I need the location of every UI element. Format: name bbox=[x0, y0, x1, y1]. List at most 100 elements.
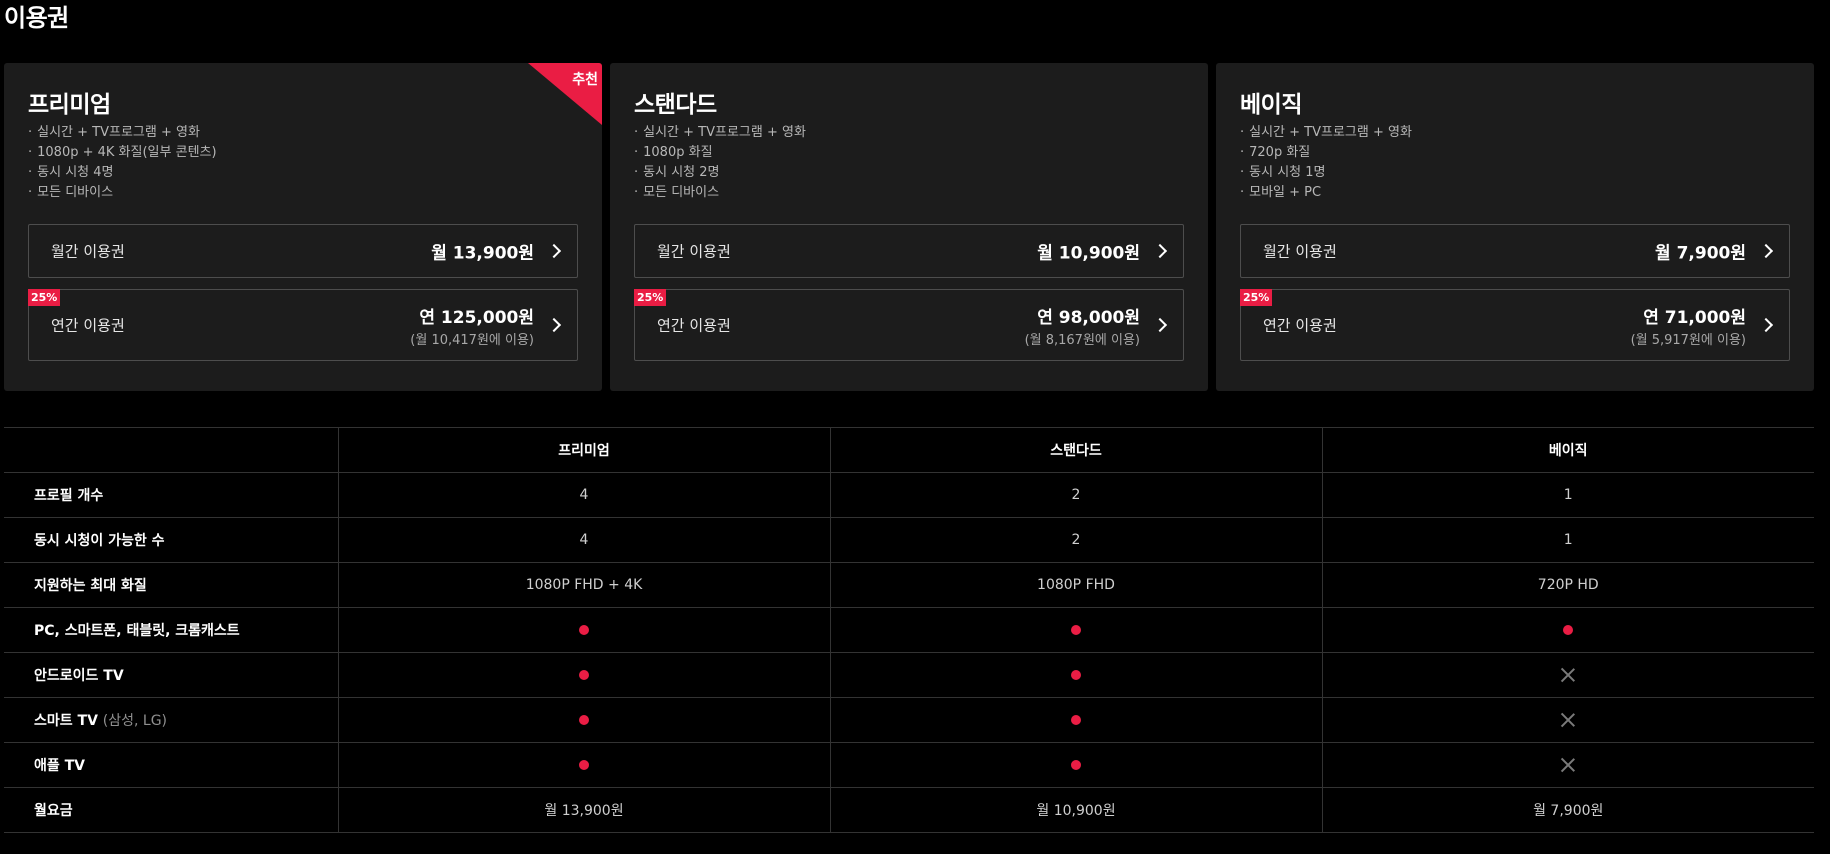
plan-card-standard: 스탠다드 실시간 + TV프로그램 + 영화 1080p 화질 동시 시청 2명… bbox=[610, 63, 1208, 391]
table-cell: 월 10,900원 bbox=[829, 787, 1322, 833]
recommended-label: 추천 bbox=[572, 72, 598, 88]
yearly-monthly-equivalent: (월 10,417원에 이용) bbox=[410, 333, 534, 348]
chevron-right-icon bbox=[1152, 317, 1168, 333]
supported-dot-icon bbox=[579, 670, 589, 680]
row-label-text: 월요금 bbox=[34, 803, 73, 819]
header-premium: 프리미엄 bbox=[337, 427, 830, 473]
feature-list: 실시간 + TV프로그램 + 영화 720p 화질 동시 시청 1명 모바일 +… bbox=[1240, 123, 1412, 203]
row-label: 동시 시청이 가능한 수 bbox=[4, 517, 338, 563]
table-cell bbox=[1321, 742, 1814, 788]
row-label: 프로필 개수 bbox=[4, 472, 338, 518]
yearly-plan-button[interactable]: 25% 연간 이용권 연 71,000원 (월 5,917원에 이용) bbox=[1240, 289, 1790, 361]
table-cell: 2 bbox=[829, 472, 1322, 518]
table-cell: 월 13,900원 bbox=[337, 787, 830, 833]
row-label-text: 지원하는 최대 화질 bbox=[34, 578, 147, 594]
row-label-text: PC, 스마트폰, 태블릿, 크롬캐스트 bbox=[34, 623, 240, 639]
feature-item: 동시 시청 2명 bbox=[634, 163, 806, 183]
supported-dot-icon bbox=[1071, 715, 1081, 725]
monthly-plan-button[interactable]: 월간 이용권 월 13,900원 bbox=[28, 224, 578, 278]
yearly-monthly-equivalent: (월 5,917원에 이용) bbox=[1630, 333, 1746, 348]
monthly-plan-button[interactable]: 월간 이용권 월 10,900원 bbox=[634, 224, 1184, 278]
yearly-price: 연 125,000원 bbox=[419, 308, 534, 328]
feature-item: 모바일 + PC bbox=[1240, 183, 1412, 203]
feature-item: 실시간 + TV프로그램 + 영화 bbox=[1240, 123, 1412, 143]
feature-item: 1080p + 4K 화질(일부 콘텐츠) bbox=[28, 143, 216, 163]
unsupported-x-icon bbox=[1561, 758, 1575, 772]
monthly-price: 월 13,900원 bbox=[431, 243, 534, 264]
chevron-right-icon bbox=[1758, 317, 1774, 333]
table-cell: 월 7,900원 bbox=[1321, 787, 1814, 833]
table-cell: 1 bbox=[1321, 472, 1814, 518]
table-body: 프로필 개수 4 2 1 동시 시청이 가능한 수 4 2 1 지원하는 최대 화질 1080P … bbox=[4, 472, 1814, 833]
chevron-right-icon bbox=[1758, 243, 1774, 259]
table-cell: 1080P FHD + 4K bbox=[337, 562, 830, 608]
table-row: 애플 TV bbox=[4, 742, 1814, 788]
header-blank bbox=[4, 427, 338, 473]
table-cell bbox=[337, 697, 830, 743]
supported-dot-icon bbox=[1071, 670, 1081, 680]
table-row: 동시 시청이 가능한 수 421 bbox=[4, 517, 1814, 563]
plan-comparison-table: 프리미엄 스탠다드 베이직 프로필 개수 4 2 1 동시 시청이 가능한 수 4 2 1 지원… bbox=[4, 427, 1814, 833]
table-cell bbox=[829, 607, 1322, 653]
yearly-plan-label: 연간 이용권 bbox=[1263, 316, 1337, 335]
feature-item: 실시간 + TV프로그램 + 영화 bbox=[28, 123, 217, 143]
table-cell: 720P HD bbox=[1321, 562, 1814, 608]
row-label: 지원하는 최대 화질 bbox=[4, 562, 338, 608]
yearly-plan-button[interactable]: 25% 연간 이용권 연 98,000원 (월 8,167원에 이용) bbox=[634, 289, 1184, 361]
plan-name: 베이직 bbox=[1240, 92, 1302, 118]
chevron-right-icon bbox=[1152, 243, 1168, 259]
table-row: 안드로이드 TV bbox=[4, 652, 1814, 698]
table-cell: 4 bbox=[337, 517, 830, 563]
table-cell bbox=[829, 652, 1322, 698]
yearly-plan-label: 연간 이용권 bbox=[657, 316, 731, 335]
monthly-plan-label: 월간 이용권 bbox=[1263, 242, 1337, 261]
feature-item: 동시 시청 1명 bbox=[1240, 163, 1412, 183]
feature-item: 모든 디바이스 bbox=[634, 183, 806, 203]
row-label-text: 애플 TV bbox=[34, 758, 86, 774]
table-cell: 1080P FHD bbox=[829, 562, 1322, 608]
unsupported-x-icon bbox=[1561, 713, 1575, 727]
table-row: 스마트 TV (삼성, LG) bbox=[4, 697, 1814, 743]
row-label-text: 동시 시청이 가능한 수 bbox=[34, 533, 165, 549]
table-cell bbox=[1321, 652, 1814, 698]
plan-name: 프리미엄 bbox=[28, 92, 111, 118]
yearly-price: 연 98,000원 bbox=[1037, 308, 1140, 328]
table-cell bbox=[829, 697, 1322, 743]
discount-badge: 25% bbox=[28, 289, 61, 306]
row-label: 애플 TV bbox=[4, 742, 338, 788]
feature-list: 실시간 + TV프로그램 + 영화 1080p + 4K 화질(일부 콘텐츠) … bbox=[28, 123, 217, 203]
feature-item: 720p 화질 bbox=[1240, 143, 1412, 163]
supported-dot-icon bbox=[1071, 625, 1081, 635]
page-title: 이용권 bbox=[4, 4, 69, 32]
feature-item: 모든 디바이스 bbox=[28, 183, 217, 203]
plan-card-premium: 추천 프리미엄 실시간 + TV프로그램 + 영화 1080p + 4K 화질(… bbox=[4, 63, 602, 391]
row-label-note: (삼성, LG) bbox=[102, 713, 168, 729]
plan-cards: 추천 프리미엄 실시간 + TV프로그램 + 영화 1080p + 4K 화질(… bbox=[4, 63, 1814, 391]
monthly-price: 월 7,900원 bbox=[1655, 243, 1746, 264]
header-basic: 베이직 bbox=[1321, 427, 1814, 473]
monthly-plan-label: 월간 이용권 bbox=[657, 242, 731, 261]
row-label-text: 안드로이드 TV bbox=[34, 668, 124, 684]
plan-card-basic: 베이직 실시간 + TV프로그램 + 영화 720p 화질 동시 시청 1명 모… bbox=[1216, 63, 1814, 391]
chevron-right-icon bbox=[546, 317, 562, 333]
table-row: 프로필 개수 4 2 1 bbox=[4, 472, 1814, 518]
feature-item: 1080p 화질 bbox=[634, 143, 806, 163]
monthly-plan-button[interactable]: 월간 이용권 월 7,900원 bbox=[1240, 224, 1790, 278]
feature-item: 실시간 + TV프로그램 + 영화 bbox=[634, 123, 806, 143]
row-label-text: 프로필 개수 bbox=[34, 488, 104, 504]
yearly-plan-button[interactable]: 25% 연간 이용권 연 125,000원 (월 10,417원에 이용) bbox=[28, 289, 578, 361]
yearly-plan-label: 연간 이용권 bbox=[51, 316, 125, 335]
discount-badge: 25% bbox=[1240, 289, 1273, 306]
table-header-row: 프리미엄 스탠다드 베이직 bbox=[4, 427, 1814, 473]
feature-list: 실시간 + TV프로그램 + 영화 1080p 화질 동시 시청 2명 모든 디… bbox=[634, 123, 806, 203]
monthly-price: 월 10,900원 bbox=[1037, 243, 1140, 264]
row-label: 안드로이드 TV bbox=[4, 652, 338, 698]
unsupported-x-icon bbox=[1561, 668, 1575, 682]
table-cell bbox=[337, 742, 830, 788]
table-row: 지원하는 최대 화질 1080P FHD + 4K 1080P FHD 720P HD bbox=[4, 562, 1814, 608]
table-cell bbox=[1321, 697, 1814, 743]
table-cell: 4 bbox=[337, 472, 830, 518]
table-cell bbox=[829, 742, 1322, 788]
table-row: PC, 스마트폰, 태블릿, 크롬캐스트 bbox=[4, 607, 1814, 653]
monthly-plan-label: 월간 이용권 bbox=[51, 242, 125, 261]
